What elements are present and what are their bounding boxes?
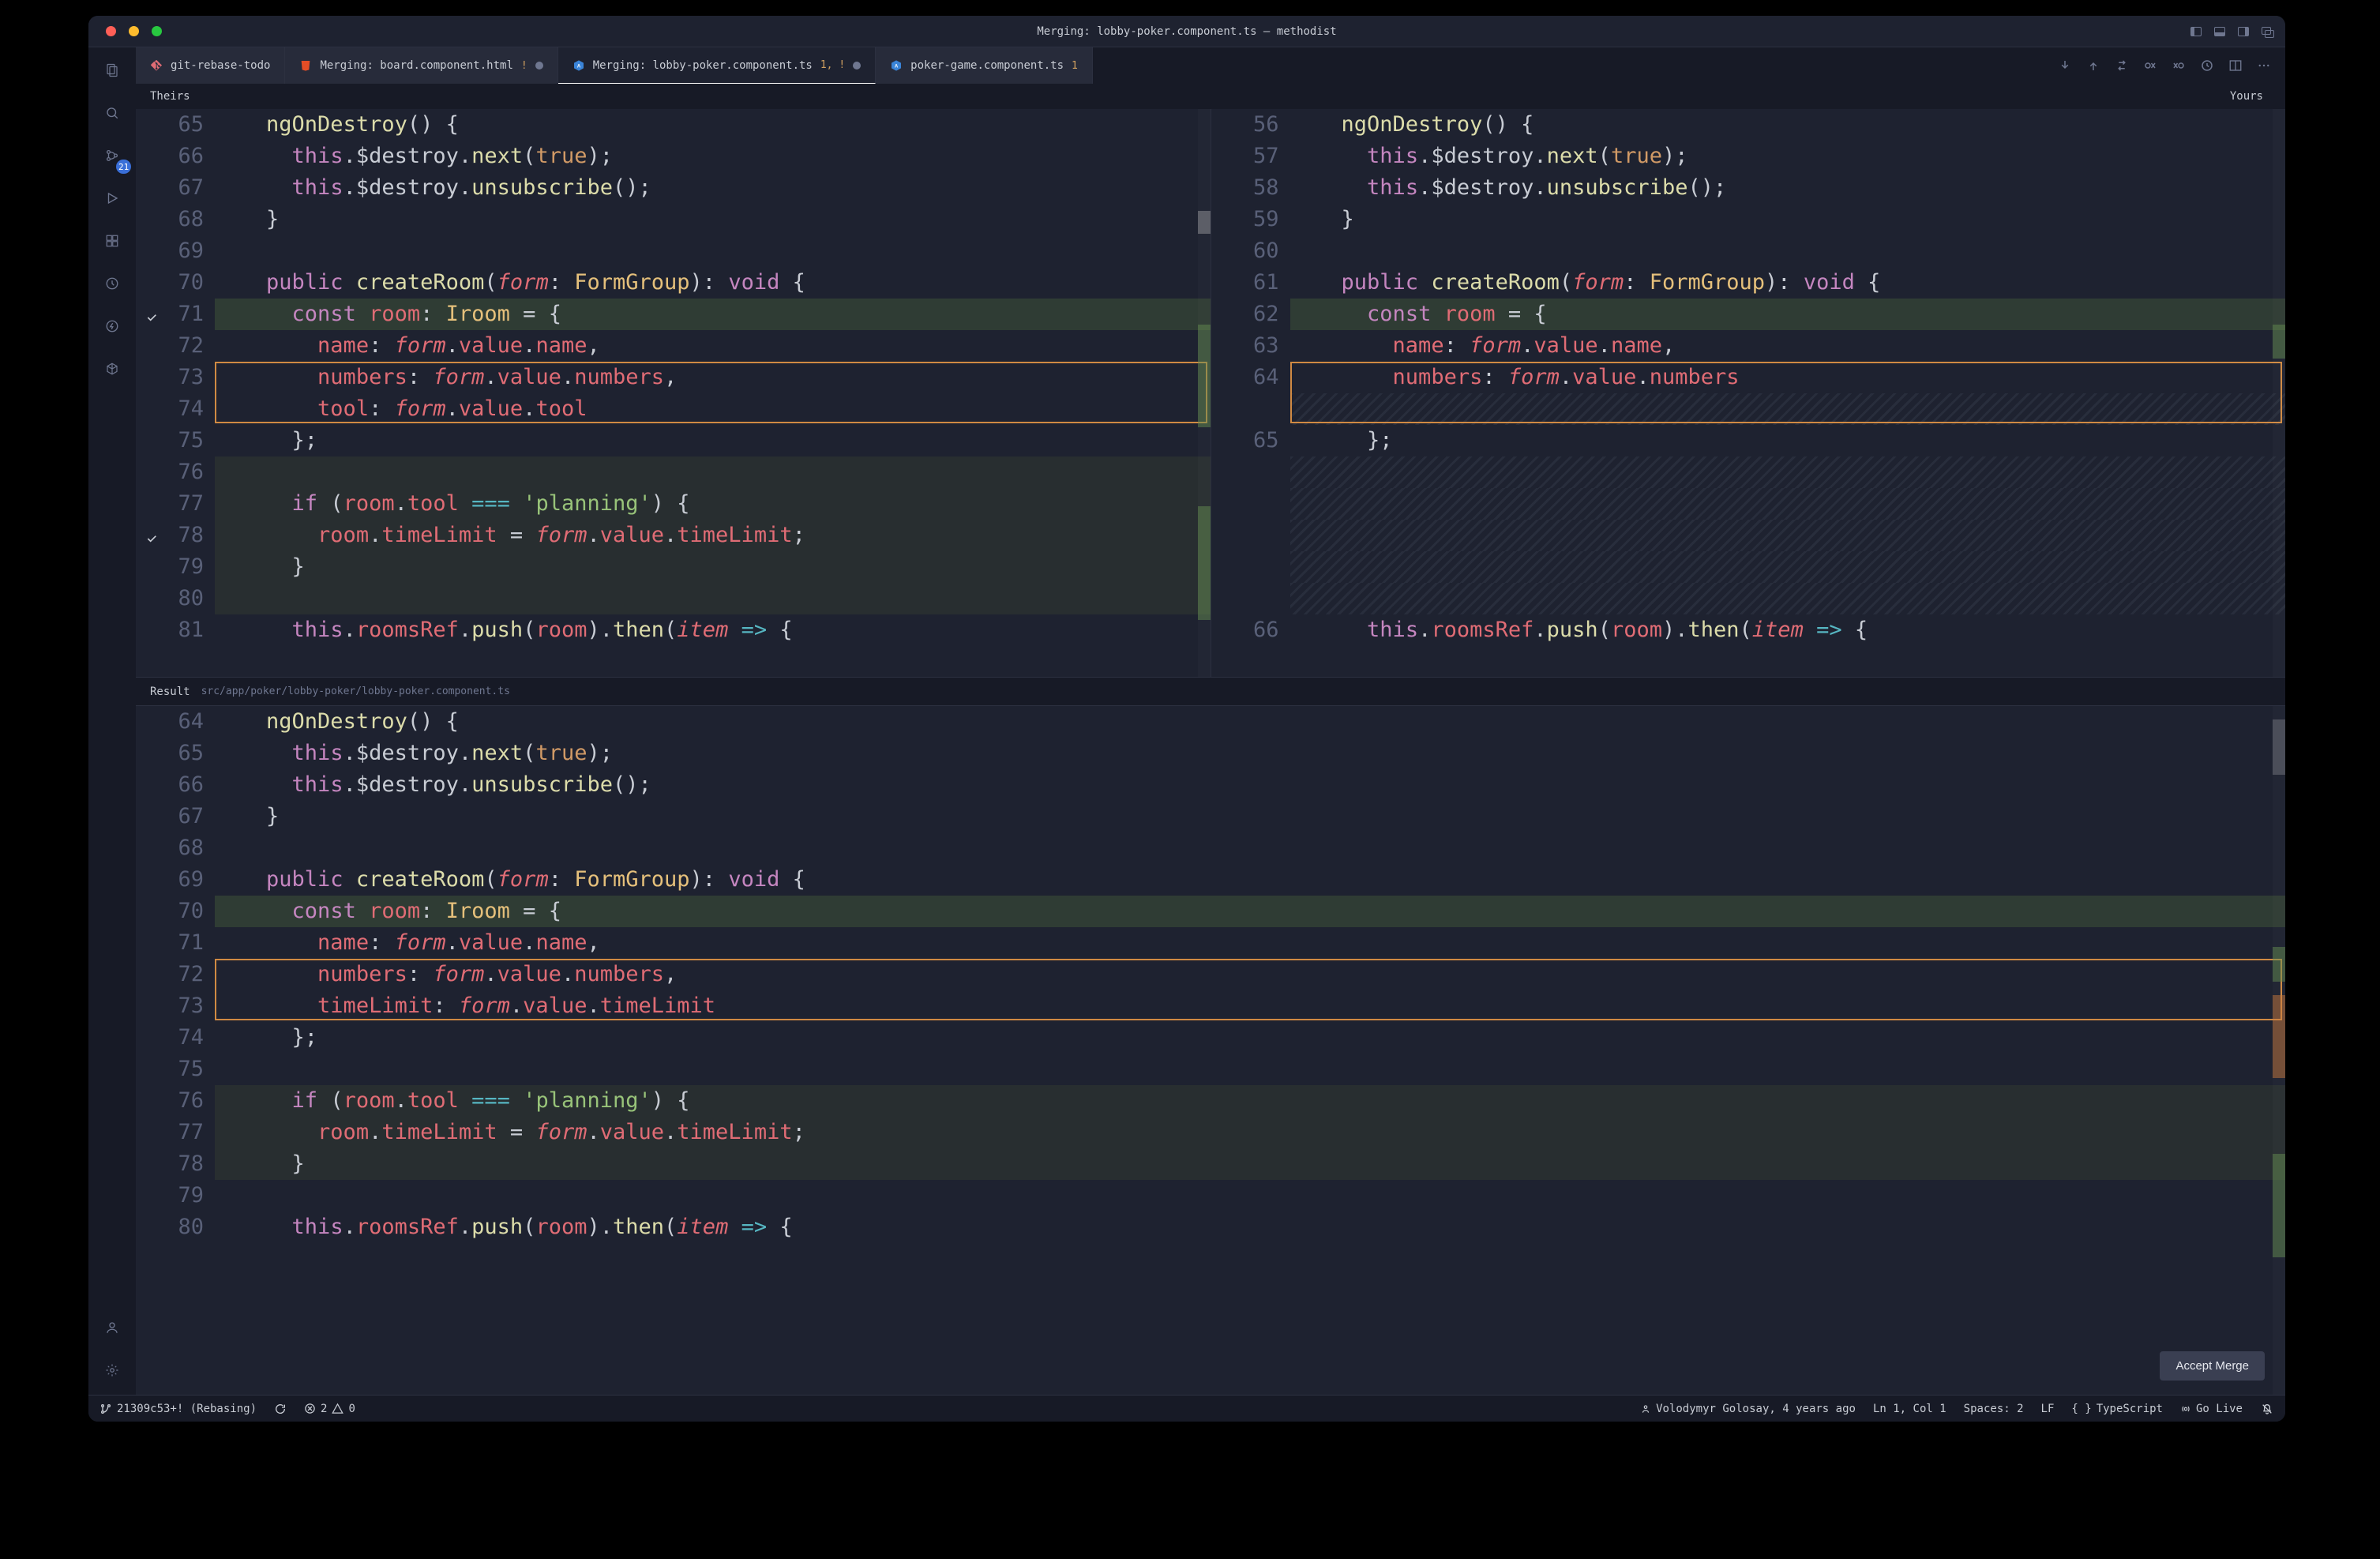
panel-right-icon[interactable] [2236, 24, 2250, 39]
search-icon[interactable] [105, 106, 119, 120]
compare-left-icon[interactable] [2143, 58, 2157, 73]
close-icon[interactable] [106, 26, 116, 36]
file-icon: A [890, 59, 903, 72]
revert-icon[interactable] [2200, 58, 2214, 73]
overview-ruler-result[interactable] [2273, 706, 2285, 1395]
tab-git-rebase-todo[interactable]: git-rebase-todo [136, 47, 285, 84]
theirs-pane[interactable]: 6566676869707172737475767778798081 ngOnD… [136, 109, 1211, 677]
panel-bottom-icon[interactable] [2213, 24, 2227, 39]
traffic-lights [88, 26, 162, 36]
scm-badge: 21 [116, 160, 131, 174]
overview-ruler-theirs[interactable] [1198, 109, 1211, 677]
minimize-icon[interactable] [129, 26, 139, 36]
account-icon[interactable] [105, 1320, 119, 1335]
svg-text:A: A [895, 65, 899, 69]
panel-left-icon[interactable] [2189, 24, 2203, 39]
tab-poker-game-component-ts[interactable]: Apoker-game.component.ts1 [876, 47, 1093, 84]
split-icon[interactable] [2228, 58, 2243, 73]
timeline-icon[interactable] [105, 276, 119, 291]
result-pane[interactable]: 6465666768697071727374757677787980 ngOnD… [136, 706, 2285, 1395]
source-control-icon[interactable]: 21 [105, 148, 119, 163]
result-label: Result [150, 686, 190, 698]
theirs-header: Theirs [136, 84, 1211, 109]
file-icon [150, 59, 163, 72]
file-icon [299, 59, 312, 72]
svg-text:A: A [577, 64, 581, 69]
result-path: src/app/poker/lobby-poker/lobby-poker.co… [201, 686, 510, 697]
language-status[interactable]: { }TypeScript [2071, 1403, 2163, 1415]
cube-icon[interactable] [105, 362, 119, 376]
layout-controls [2189, 24, 2274, 39]
tab-merging-lobby-poker-component-ts[interactable]: AMerging: lobby-poker.component.ts1, ! [558, 47, 876, 84]
indent-status[interactable]: Spaces: 2 [1964, 1403, 2024, 1415]
explorer-icon[interactable] [105, 63, 119, 77]
incoming-icon[interactable] [2058, 58, 2072, 73]
tab-bar: git-rebase-todoMerging: board.component.… [136, 47, 2285, 84]
editor-actions [2044, 47, 2285, 84]
bell-icon[interactable] [2260, 1402, 2274, 1416]
eol-status[interactable]: LF [2041, 1403, 2055, 1415]
cursor-status[interactable]: Ln 1, Col 1 [1873, 1403, 1946, 1415]
yours-pane[interactable]: 5657585960616263646566 ngOnDestroy() { t… [1211, 109, 2286, 677]
file-icon: A [572, 59, 585, 72]
dirty-indicator [853, 62, 861, 69]
thunder-icon[interactable] [105, 319, 119, 333]
dirty-indicator [535, 62, 543, 69]
git-blame-status[interactable]: Volodymyr Golosay, 4 years ago [1640, 1403, 1856, 1415]
result-header: Result src/app/poker/lobby-poker/lobby-p… [136, 678, 2285, 706]
accept-merge-button[interactable]: Accept Merge [2160, 1351, 2265, 1381]
outgoing-icon[interactable] [2086, 58, 2100, 73]
activity-bar: 21 [88, 47, 136, 1395]
yours-header: Yours [1211, 84, 2285, 109]
diff-headers: Theirs Yours [136, 84, 2285, 109]
layout-icon[interactable] [2260, 24, 2274, 39]
sync-status[interactable] [274, 1403, 287, 1415]
editor-window: Merging: lobby-poker.component.ts — meth… [88, 16, 2285, 1422]
overview-ruler-yours[interactable] [2273, 109, 2285, 677]
tab-merging-board-component-html[interactable]: Merging: board.component.html! [285, 47, 557, 84]
compare-right-icon[interactable] [2172, 58, 2186, 73]
swap-icon[interactable] [2115, 58, 2129, 73]
more-icon[interactable] [2257, 58, 2271, 73]
debug-icon[interactable] [105, 191, 119, 205]
extensions-icon[interactable] [105, 234, 119, 248]
live-server-status[interactable]: Go Live [2180, 1403, 2243, 1415]
window-title: Merging: lobby-poker.component.ts — meth… [88, 25, 2285, 38]
problems-status[interactable]: 2 0 [304, 1403, 355, 1415]
status-bar: 21309c53+! (Rebasing) 2 0 Volodymyr Golo… [88, 1395, 2285, 1422]
branch-status[interactable]: 21309c53+! (Rebasing) [99, 1403, 257, 1415]
maximize-icon[interactable] [152, 26, 162, 36]
settings-icon[interactable] [105, 1363, 119, 1377]
titlebar: Merging: lobby-poker.component.ts — meth… [88, 16, 2285, 47]
